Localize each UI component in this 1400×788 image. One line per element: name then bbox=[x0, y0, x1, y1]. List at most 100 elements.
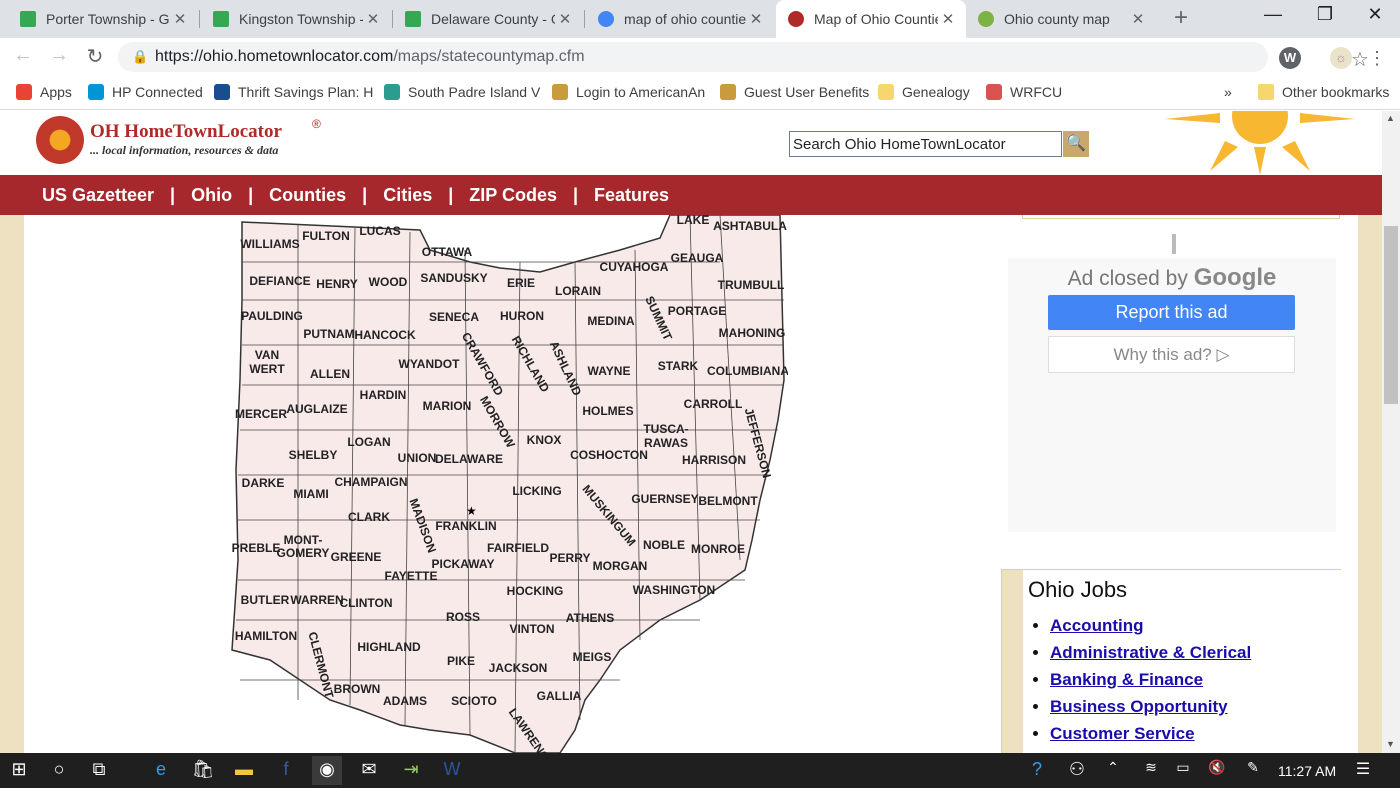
file-explorer-icon[interactable]: ▬ bbox=[229, 759, 259, 780]
browser-tab[interactable]: Delaware County - G ✕ bbox=[393, 0, 583, 38]
county-label: HOLMES bbox=[582, 404, 633, 418]
search-icon[interactable]: 🔍 bbox=[1063, 131, 1089, 157]
tab-title: Porter Township - Go bbox=[46, 11, 170, 27]
county-label: LORAIN bbox=[555, 284, 601, 298]
close-tab-icon[interactable]: ✕ bbox=[363, 10, 383, 28]
bookmark-item[interactable]: Guest User Benefits bbox=[720, 84, 869, 100]
county-label: WYANDOT bbox=[399, 357, 461, 371]
nav-link[interactable]: Features bbox=[594, 185, 669, 206]
menu-kebab-icon[interactable]: ⋮ bbox=[1366, 47, 1388, 69]
notifications-icon[interactable]: ☰ bbox=[1348, 759, 1378, 779]
county-label: HENRY bbox=[316, 277, 358, 291]
close-window-button[interactable]: ✕ bbox=[1360, 4, 1390, 25]
tab-title: Map of Ohio Countie bbox=[814, 11, 938, 27]
profile-avatar[interactable]: ☼ bbox=[1330, 47, 1352, 69]
bookmark-item[interactable]: HP Connected bbox=[88, 84, 203, 100]
close-tab-icon[interactable]: ✕ bbox=[555, 10, 575, 28]
browser-tab[interactable]: Ohio county map ✕ bbox=[966, 0, 1156, 38]
county-label: MONROE bbox=[691, 542, 745, 556]
taskbar-clock[interactable]: 11:27 AM bbox=[1278, 763, 1336, 779]
tab-strip: + — ❐ ✕ Porter Township - Go ✕ Kingston To… bbox=[0, 0, 1400, 38]
scroll-down-icon[interactable]: ▼ bbox=[1386, 739, 1395, 749]
close-tab-icon[interactable]: ✕ bbox=[746, 10, 766, 28]
close-tab-icon[interactable]: ✕ bbox=[1128, 10, 1148, 28]
other-bookmarks[interactable]: Other bookmarks bbox=[1258, 84, 1389, 100]
people-icon[interactable]: ⚇ bbox=[1062, 759, 1092, 780]
apps-grid-icon bbox=[16, 84, 32, 100]
mail-icon[interactable]: ✉ bbox=[354, 759, 384, 780]
report-ad-button[interactable]: Report this ad bbox=[1048, 295, 1295, 330]
windows-start-icon[interactable]: ⊞ bbox=[4, 759, 34, 780]
site-logo-icon[interactable] bbox=[36, 116, 84, 164]
tray-chevron-icon[interactable]: ⌃ bbox=[1098, 759, 1128, 776]
county-label: UNION bbox=[398, 451, 437, 465]
browser-tab[interactable]: Porter Township - Go ✕ bbox=[8, 0, 198, 38]
job-category-link[interactable]: Business Opportunity bbox=[1050, 697, 1228, 716]
bookmark-item[interactable]: Login to AmericanAn bbox=[552, 84, 705, 100]
nav-link[interactable]: Ohio bbox=[191, 185, 232, 206]
store-icon[interactable]: 🛍 bbox=[188, 759, 218, 780]
jobs-list: Accounting Administrative & Clerical Banki… bbox=[1050, 616, 1251, 753]
bookmark-item[interactable]: Apps bbox=[16, 84, 72, 100]
word-icon[interactable]: W bbox=[437, 759, 467, 780]
nav-link[interactable]: Cities bbox=[383, 185, 432, 206]
bookmark-item[interactable]: Genealogy bbox=[878, 84, 970, 100]
bookmark-item[interactable]: Thrift Savings Plan: H bbox=[214, 84, 373, 100]
address-bar[interactable]: 🔒 https://ohio.hometownlocator.com/maps/… bbox=[118, 42, 1369, 72]
bookmark-item[interactable]: South Padre Island V bbox=[384, 84, 540, 100]
close-tab-icon[interactable]: ✕ bbox=[170, 10, 190, 28]
scroll-up-icon[interactable]: ▲ bbox=[1386, 113, 1395, 123]
chrome-icon[interactable]: ◉ bbox=[312, 756, 342, 785]
scrollbar-thumb[interactable] bbox=[1384, 226, 1398, 404]
tsp-icon bbox=[214, 84, 230, 100]
county-label: ADAMS bbox=[383, 694, 427, 708]
why-this-ad-button[interactable]: Why this ad? ▷ bbox=[1048, 336, 1295, 373]
site-search-input[interactable] bbox=[789, 131, 1062, 157]
minimize-button[interactable]: — bbox=[1258, 4, 1288, 25]
job-category-link[interactable]: Accounting bbox=[1050, 616, 1144, 635]
battery-icon[interactable]: ▭ bbox=[1168, 759, 1198, 776]
browser-tab[interactable]: Map of Ohio Countie ✕ bbox=[776, 0, 966, 38]
back-icon[interactable]: ← bbox=[10, 44, 36, 67]
task-view-icon[interactable]: ⧉ bbox=[84, 759, 114, 780]
county-label: SANDUSKY bbox=[420, 271, 487, 285]
pen-icon[interactable]: ✎ bbox=[1238, 759, 1268, 776]
cortana-icon[interactable]: ○ bbox=[44, 759, 74, 780]
site-logo-title[interactable]: OH HomeTownLocator bbox=[90, 121, 282, 143]
job-category-link[interactable]: Administrative & Clerical bbox=[1050, 643, 1251, 662]
restore-button[interactable]: ❐ bbox=[1310, 4, 1340, 25]
ad-closed-text: Ad closed by Google bbox=[1067, 264, 1277, 291]
facebook-icon[interactable]: f bbox=[271, 759, 301, 780]
job-category-item: Business Opportunity bbox=[1050, 697, 1251, 717]
app-icon[interactable]: ⇥ bbox=[396, 759, 426, 780]
bookmarks-overflow[interactable]: » bbox=[1224, 84, 1232, 100]
hometownlocator-icon bbox=[788, 11, 804, 27]
nav-link[interactable]: ZIP Codes bbox=[469, 185, 557, 206]
forward-icon[interactable]: → bbox=[46, 44, 72, 67]
close-tab-icon[interactable]: ✕ bbox=[938, 10, 958, 28]
w-extension-icon[interactable]: W bbox=[1279, 47, 1301, 69]
page-scrollbar[interactable]: ▲ ▼ bbox=[1382, 111, 1400, 753]
county-label: PAULDING bbox=[241, 309, 303, 323]
help-icon[interactable]: ? bbox=[1022, 759, 1052, 780]
web-page: ★ WILLIAMS FULTON LUCAS OTTAWA LAKE ASHTABULA… bbox=[0, 111, 1382, 753]
volume-muted-icon[interactable]: 🔇 bbox=[1202, 759, 1232, 776]
capital-star-icon: ★ bbox=[466, 504, 477, 518]
bookmark-item[interactable]: WRFCU bbox=[986, 84, 1062, 100]
county-label: MERCER bbox=[235, 407, 287, 421]
google-g-icon bbox=[598, 11, 614, 27]
nav-link[interactable]: US Gazetteer bbox=[42, 185, 154, 206]
job-category-link[interactable]: Customer Service bbox=[1050, 724, 1195, 743]
browser-tab[interactable]: Kingston Township - ✕ bbox=[201, 0, 391, 38]
tab-separator bbox=[584, 10, 585, 28]
reload-icon[interactable]: ↻ bbox=[82, 44, 108, 69]
job-category-link[interactable]: Banking & Finance bbox=[1050, 670, 1203, 689]
wifi-icon[interactable]: ≋ bbox=[1136, 759, 1166, 776]
browser-tab[interactable]: map of ohio counties ✕ bbox=[586, 0, 774, 38]
county-label: VAN bbox=[255, 348, 279, 362]
nav-link[interactable]: Counties bbox=[269, 185, 346, 206]
county-label: MAHONING bbox=[719, 326, 786, 340]
new-tab-button[interactable]: + bbox=[1168, 4, 1194, 32]
edge-icon[interactable]: e bbox=[146, 759, 176, 780]
tab-title: Ohio county map bbox=[1004, 11, 1110, 27]
